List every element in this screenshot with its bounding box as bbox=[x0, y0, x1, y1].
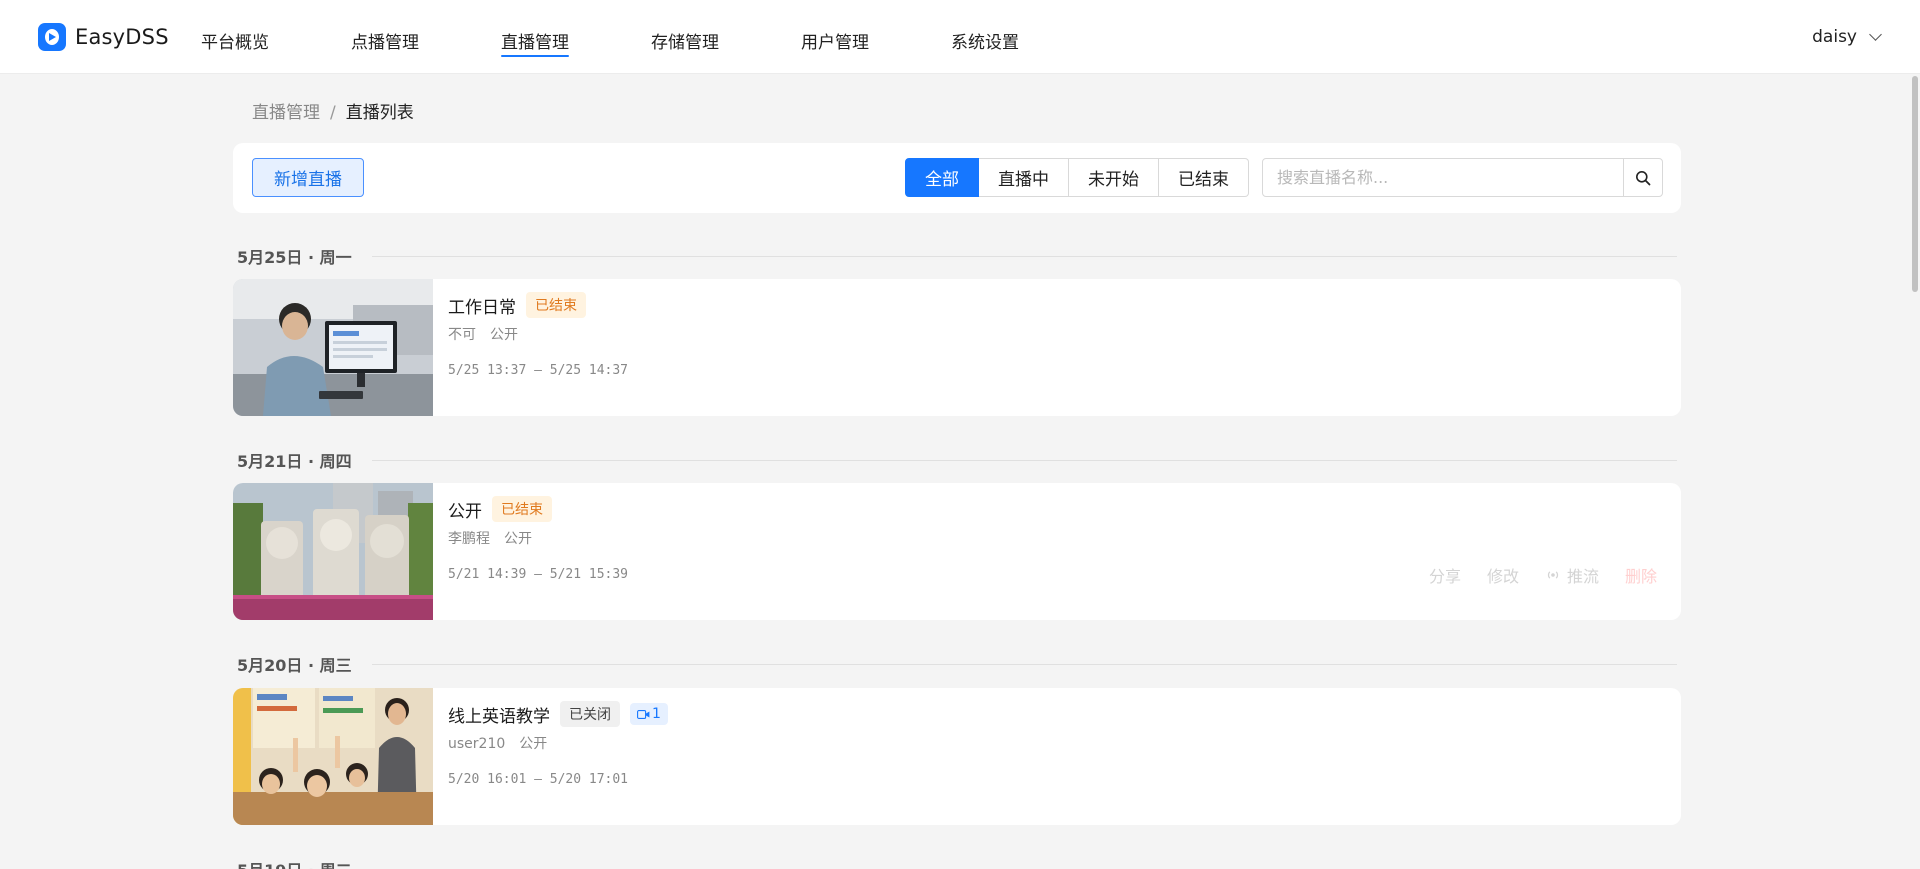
push-stream-label: 推流 bbox=[1566, 567, 1599, 586]
add-live-button[interactable]: 新增直播 bbox=[252, 158, 364, 197]
breadcrumb-current: 直播列表 bbox=[345, 103, 414, 123]
card-meta: user210 公开 bbox=[448, 733, 547, 753]
thumbnail-office[interactable] bbox=[233, 279, 433, 416]
divider bbox=[371, 255, 1677, 257]
divider bbox=[371, 663, 1677, 665]
card-meta: 不可 公开 bbox=[448, 324, 518, 344]
status-badge: 已结束 bbox=[526, 292, 586, 318]
visibility-label: 公开 bbox=[504, 531, 532, 547]
owner-name: 李鹏程 bbox=[448, 531, 490, 547]
date-group-header: 5月20日 · 周三 bbox=[237, 653, 1677, 675]
classroom-icon bbox=[233, 688, 433, 825]
search-input[interactable] bbox=[1263, 159, 1623, 196]
camera-count-badge: 1 bbox=[630, 703, 668, 725]
page-scrollbar[interactable] bbox=[1912, 76, 1918, 292]
chevron-down-icon bbox=[1869, 28, 1882, 41]
status-badge: 已关闭 bbox=[560, 701, 620, 727]
nav-item-storage[interactable]: 存储管理 bbox=[651, 28, 719, 58]
date-label: 5月20日 · 周三 bbox=[237, 656, 352, 675]
app-name: EasyDSS bbox=[75, 25, 169, 49]
date-group-header: 5月21日 · 周四 bbox=[237, 449, 1677, 471]
owner-name: 不可 bbox=[448, 327, 476, 343]
time-range: 5/21 14:39 – 5/21 15:39 bbox=[448, 567, 629, 582]
filter-ended[interactable]: 已结束 bbox=[1159, 158, 1249, 197]
share-button[interactable]: 分享 bbox=[1429, 563, 1461, 587]
thumbnail-statues[interactable] bbox=[233, 483, 433, 620]
live-title[interactable]: 线上英语教学 bbox=[448, 702, 550, 727]
status-badge: 已结束 bbox=[492, 496, 552, 522]
edit-button[interactable]: 修改 bbox=[1487, 563, 1519, 587]
push-stream-button[interactable]: 推流 bbox=[1545, 563, 1599, 587]
statue-sculpture-icon bbox=[233, 483, 433, 620]
date-group-header: 5月19日 · 周二 bbox=[237, 858, 1677, 869]
live-card[interactable]: 线上英语教学 已关闭 1 user210 公开 5/20 16:01 – 5/20… bbox=[233, 688, 1681, 825]
card-title-row: 工作日常 已结束 bbox=[448, 292, 586, 318]
live-card[interactable]: 工作日常 已结束 不可 公开 5/25 13:37 – 5/25 14:37 bbox=[233, 279, 1681, 416]
date-label: 5月21日 · 周四 bbox=[237, 452, 352, 471]
time-range: 5/20 16:01 – 5/20 17:01 bbox=[448, 772, 629, 787]
owner-name: user210 bbox=[448, 736, 506, 752]
card-title-row: 线上英语教学 已关闭 1 bbox=[448, 701, 668, 727]
play-logo-icon bbox=[38, 23, 66, 51]
card-meta: 李鹏程 公开 bbox=[448, 528, 532, 548]
card-actions: 分享 修改 推流 删除 bbox=[1403, 563, 1657, 587]
live-title[interactable]: 公开 bbox=[448, 497, 482, 522]
time-range: 5/25 13:37 – 5/25 14:37 bbox=[448, 363, 629, 378]
user-name: daisy bbox=[1812, 27, 1857, 47]
filter-live[interactable]: 直播中 bbox=[979, 158, 1069, 197]
divider bbox=[371, 459, 1677, 461]
office-computer-icon bbox=[233, 279, 433, 416]
status-filter-group: 全部 直播中 未开始 已结束 bbox=[905, 158, 1249, 197]
app-logo[interactable]: EasyDSS bbox=[38, 22, 169, 52]
nav-item-overview[interactable]: 平台概览 bbox=[201, 28, 269, 58]
nav-item-settings[interactable]: 系统设置 bbox=[951, 28, 1019, 58]
date-group-header: 5月25日 · 周一 bbox=[237, 245, 1677, 267]
breadcrumb-separator: / bbox=[330, 103, 336, 123]
user-menu[interactable]: daisy bbox=[1812, 27, 1882, 47]
thumbnail-classroom[interactable] bbox=[233, 688, 433, 825]
visibility-label: 公开 bbox=[519, 736, 548, 752]
breadcrumb: 直播管理 / 直播列表 bbox=[252, 98, 414, 123]
visibility-label: 公开 bbox=[490, 327, 518, 343]
filter-all[interactable]: 全部 bbox=[905, 158, 979, 197]
breadcrumb-parent[interactable]: 直播管理 bbox=[252, 103, 320, 123]
nav-item-vod[interactable]: 点播管理 bbox=[351, 28, 419, 58]
live-title[interactable]: 工作日常 bbox=[448, 293, 516, 318]
date-label: 5月25日 · 周一 bbox=[237, 248, 352, 267]
camera-count: 1 bbox=[652, 706, 661, 722]
date-label: 5月19日 · 周二 bbox=[237, 857, 352, 869]
search-button[interactable] bbox=[1623, 159, 1662, 196]
filter-upcoming[interactable]: 未开始 bbox=[1069, 158, 1159, 197]
search-box bbox=[1262, 158, 1663, 197]
video-camera-icon bbox=[637, 709, 650, 719]
live-card[interactable]: 公开 已结束 李鹏程 公开 5/21 14:39 – 5/21 15:39 分享 … bbox=[233, 483, 1681, 620]
card-title-row: 公开 已结束 bbox=[448, 496, 552, 522]
toolbar: 新增直播 全部 直播中 未开始 已结束 bbox=[233, 143, 1681, 213]
search-icon bbox=[1636, 170, 1651, 185]
broadcast-icon bbox=[1547, 571, 1559, 579]
delete-button[interactable]: 删除 bbox=[1625, 563, 1657, 587]
top-navbar: EasyDSS 平台概览 点播管理 直播管理 存储管理 用户管理 系统设置 da… bbox=[0, 0, 1920, 74]
nav-item-users[interactable]: 用户管理 bbox=[801, 28, 869, 58]
nav-item-live[interactable]: 直播管理 bbox=[501, 28, 569, 58]
